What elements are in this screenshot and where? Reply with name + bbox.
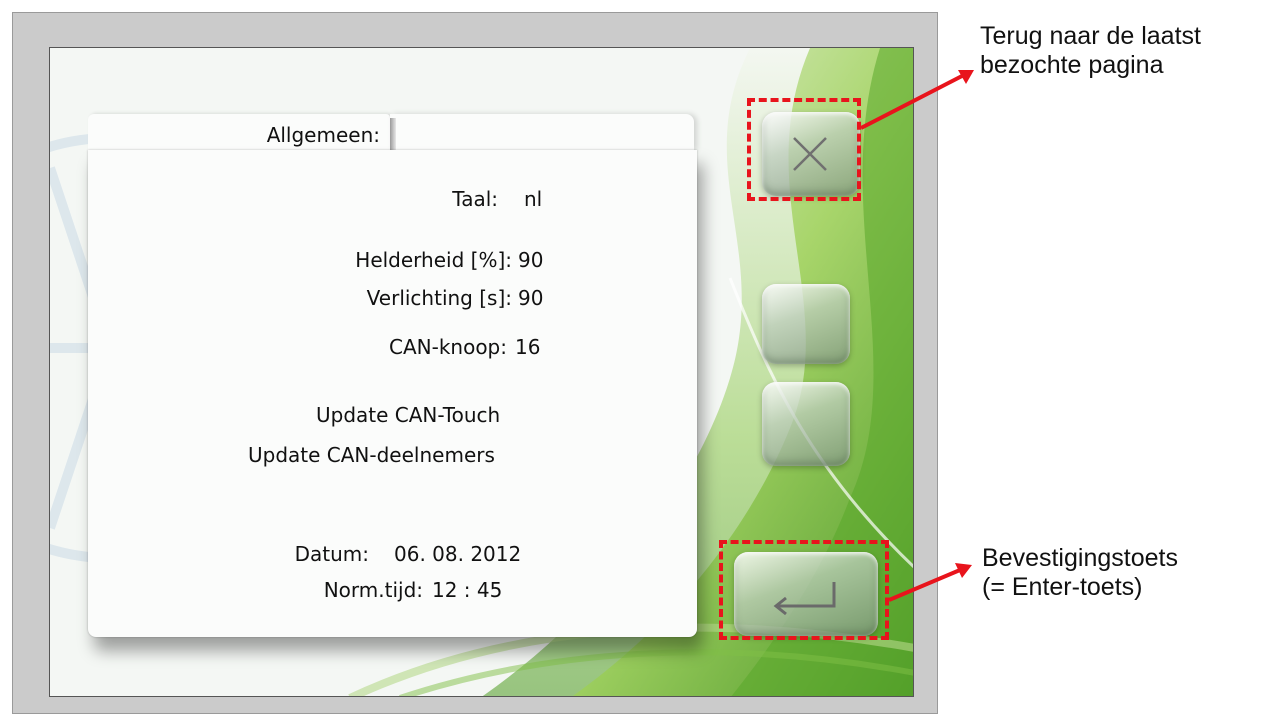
enter-annotation-line2: (= Enter-toets): [982, 573, 1143, 601]
enter-annotation-line1: Bevestigingstoets: [982, 544, 1178, 572]
close-annotation-line1: Terug naar de laatst: [980, 22, 1201, 50]
close-annotation-line2: bezochte pagina: [980, 51, 1164, 79]
enter-annotation: Bevestigingstoets (= Enter-toets): [982, 544, 1178, 602]
close-annotation: Terug naar de laatst bezochte pagina: [980, 22, 1201, 80]
annotation-arrows: [860, 70, 974, 602]
